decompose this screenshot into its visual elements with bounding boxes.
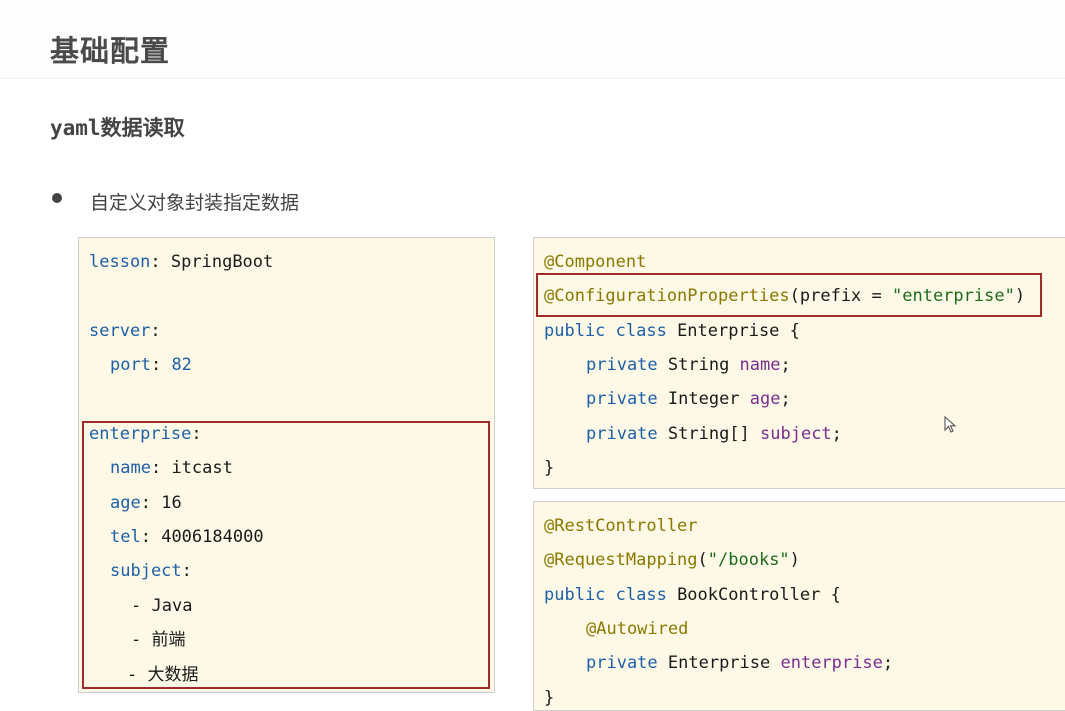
field-line: private Integer age; xyxy=(586,389,791,409)
yaml-line: name: itcast xyxy=(110,458,233,478)
yaml-line: tel: 4006184000 xyxy=(110,527,264,547)
annotation-config-properties: @ConfigurationProperties(prefix = "enter… xyxy=(544,286,1026,306)
section-heading-code: yaml xyxy=(50,116,101,140)
yaml-line: lesson: SpringBoot xyxy=(89,252,274,272)
mouse-pointer-icon xyxy=(944,416,957,433)
yaml-line: subject: xyxy=(110,561,192,581)
annotation-request-mapping: @RequestMapping("/books") xyxy=(544,550,800,570)
field-line: private String[] subject; xyxy=(586,424,842,444)
java-controller-panel: @RestController @RequestMapping("/books"… xyxy=(533,501,1065,711)
page-title: 基础配置 xyxy=(50,34,171,68)
section-heading-text: 数据读取 xyxy=(100,116,185,140)
annotation-component: @Component xyxy=(544,252,647,272)
yaml-line: - Java xyxy=(131,596,193,616)
annotation-autowired: @Autowired xyxy=(586,619,689,639)
yaml-line: enterprise: xyxy=(89,424,202,444)
yaml-line: server: xyxy=(89,321,161,341)
yaml-line: - 大数据 xyxy=(127,665,199,685)
yaml-line: - 前端 xyxy=(131,630,186,650)
yaml-line: port: 82 xyxy=(110,355,192,375)
class-close-brace: } xyxy=(544,688,555,708)
bullet-icon xyxy=(52,193,62,203)
yaml-code-panel: lesson: SpringBoot server: port: 82 ente… xyxy=(78,237,495,693)
field-line: private String name; xyxy=(586,355,791,375)
java-enterprise-panel: @Component @ConfigurationProperties(pref… xyxy=(533,237,1065,489)
bullet-text: 自定义对象封装指定数据 xyxy=(90,192,300,214)
section-heading: yaml数据读取 xyxy=(50,112,185,142)
class-declaration: public class Enterprise { xyxy=(544,321,800,341)
annotation-rest-controller: @RestController xyxy=(544,516,698,536)
field-line: private Enterprise enterprise; xyxy=(586,653,894,673)
class-close-brace: } xyxy=(544,458,555,478)
class-declaration: public class BookController { xyxy=(544,585,841,605)
yaml-line: age: 16 xyxy=(110,493,182,513)
